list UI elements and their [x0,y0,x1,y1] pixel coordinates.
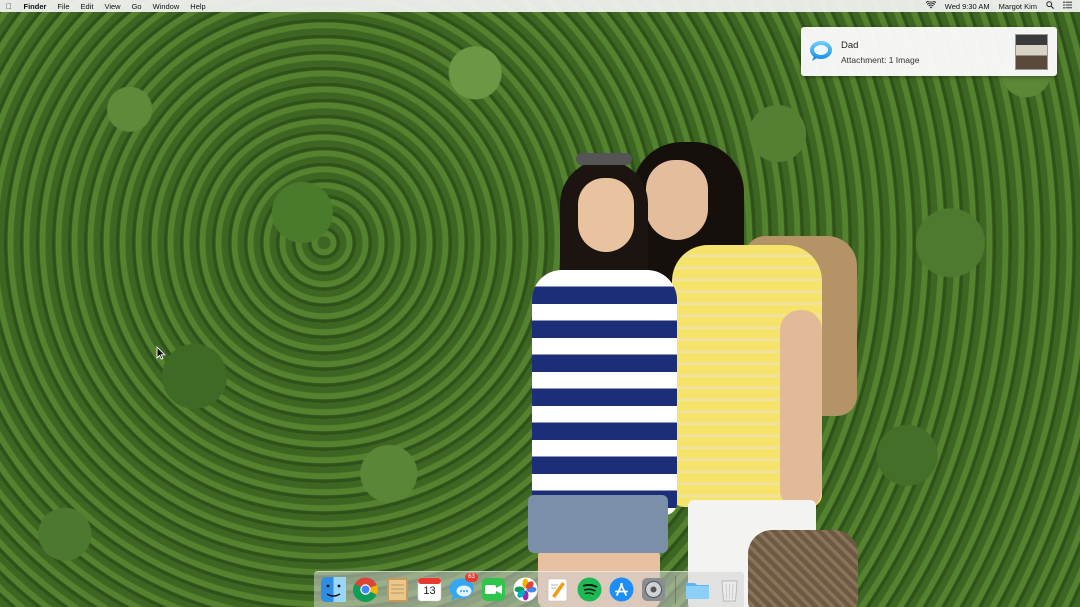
messages-icon[interactable]: 63 [448,573,478,603]
finder-icon[interactable] [320,576,347,603]
desktop[interactable]:  Finder File Edit View Go Window Help W… [0,0,1080,607]
wallpaper-handbag [748,530,858,607]
menu-edit[interactable]: Edit [75,2,99,11]
spotify-icon[interactable] [576,576,603,603]
attachment-thumbnail[interactable] [1015,34,1048,70]
clock[interactable]: Wed 9:30 AM [945,2,990,11]
notification-body: Attachment: 1 Image [841,55,920,65]
apple-menu-icon[interactable]:  [0,2,18,11]
menu-go[interactable]: Go [126,2,147,11]
calendar-date: 13 [423,585,436,597]
message-notification[interactable]: Dad Attachment: 1 Image [801,27,1057,76]
search-icon[interactable] [1046,1,1054,11]
facetime-icon[interactable] [480,576,507,603]
wallpaper-person-left-top [532,270,677,515]
notification-center-icon[interactable] [1063,1,1072,11]
app-store-icon[interactable] [608,576,635,603]
chrome-icon[interactable] [352,576,379,603]
pages-icon[interactable] [544,576,571,603]
menu-view[interactable]: View [99,2,126,11]
user-name[interactable]: Margot Kim [999,2,1037,11]
notification-title: Dad [841,40,859,51]
downloads-folder-icon[interactable] [684,576,711,603]
trash-icon[interactable] [716,576,743,603]
wallpaper-person-right-face [646,160,708,240]
app-menu-finder[interactable]: Finder [18,2,52,11]
menu-window[interactable]: Window [147,2,185,11]
menu-file[interactable]: File [52,2,75,11]
wallpaper-person-left-shorts [528,495,668,553]
calendar-icon[interactable]: 13 [416,576,443,603]
notes-icon[interactable] [384,576,411,603]
menu-help[interactable]: Help [185,2,211,11]
dock: 13 63 [314,571,744,607]
photos-icon[interactable] [512,576,539,603]
dock-separator [675,575,676,604]
wallpaper-sunglasses [576,153,632,165]
mouse-pointer-icon [156,345,166,365]
wifi-icon[interactable] [925,0,937,11]
wallpaper-person-left-face [578,178,634,252]
menu-bar:  Finder File Edit View Go Window Help W… [0,0,1080,12]
messages-badge: 63 [465,573,478,582]
system-preferences-icon[interactable] [640,576,667,603]
messages-icon [809,39,833,68]
wallpaper-person-right-arm [780,310,822,510]
